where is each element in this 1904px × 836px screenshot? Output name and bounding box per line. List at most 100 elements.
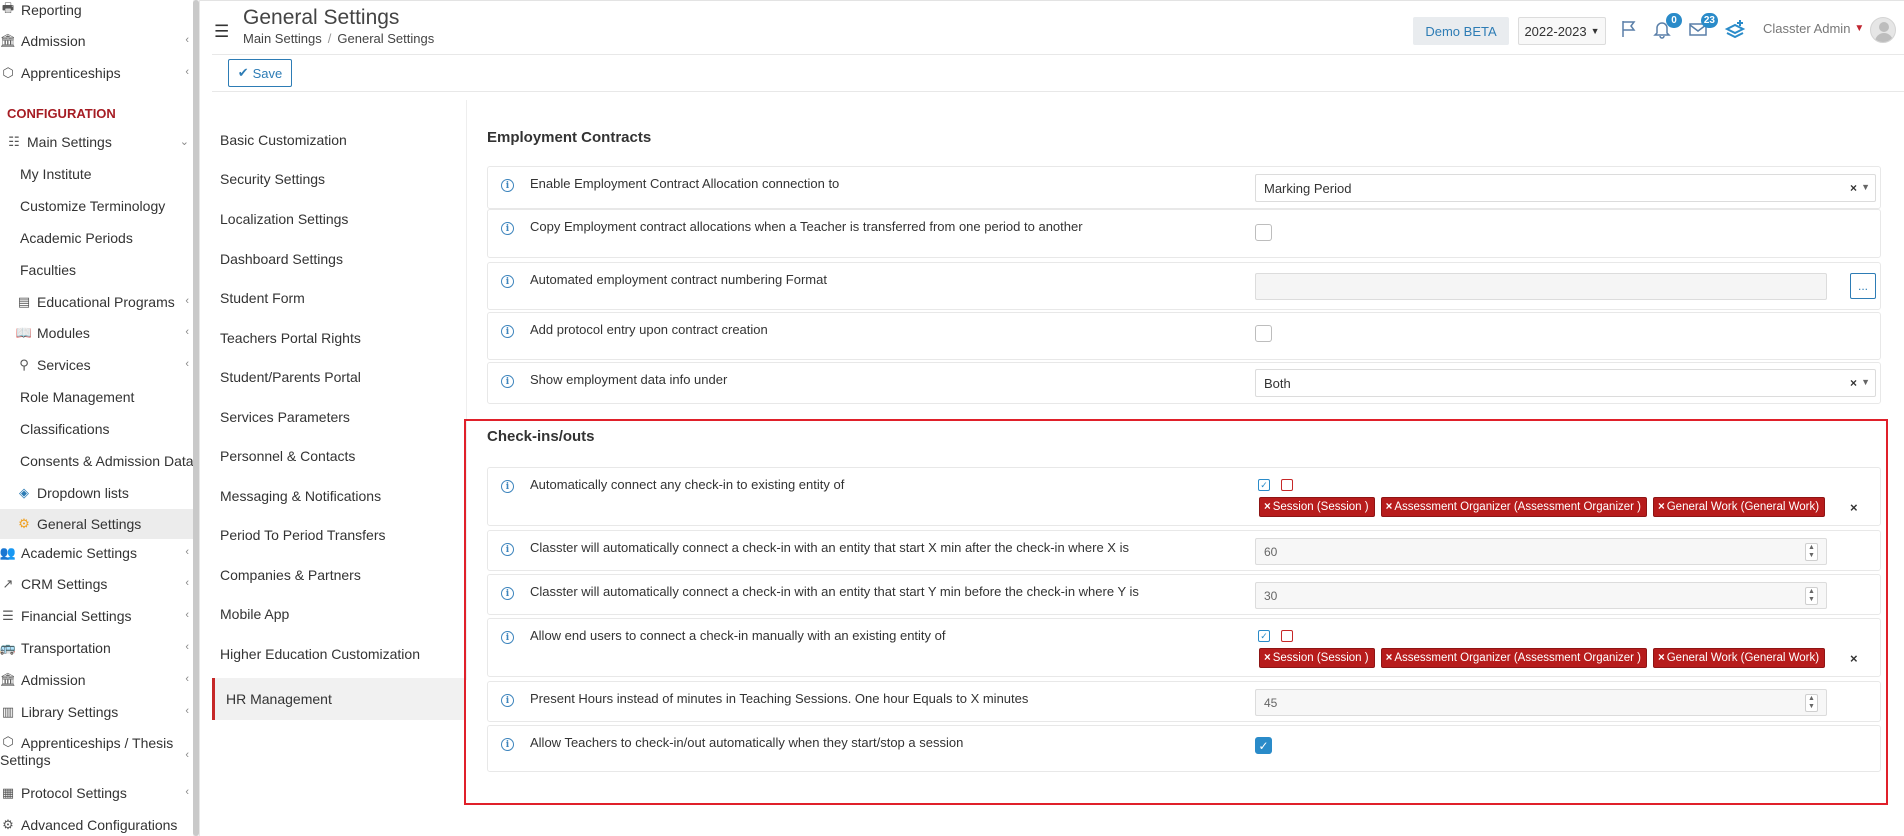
- remove-tag-icon[interactable]: ×: [1386, 501, 1393, 513]
- remove-tag-icon[interactable]: ×: [1658, 501, 1665, 513]
- sidebar-item-services[interactable]: ⚲ Services ‹: [0, 350, 193, 380]
- table-icon: ▤: [17, 294, 31, 309]
- settings-nav-services-parameters[interactable]: Services Parameters: [212, 397, 466, 436]
- flag-icon[interactable]: [1617, 17, 1641, 41]
- manual-connect-tags[interactable]: × Session (Session ) × Assessment Organize…: [1259, 648, 1826, 670]
- clear-icon[interactable]: ×: [1850, 181, 1857, 195]
- select-all-icon[interactable]: ✓: [1258, 479, 1270, 491]
- minutes-per-hour-input[interactable]: 45 ▲ ▼: [1255, 689, 1827, 716]
- sidebar-item-advanced-configurations[interactable]: ⚙ Advanced Configurations: [0, 810, 193, 836]
- bell-icon[interactable]: 0: [1650, 13, 1682, 41]
- spinner-icon[interactable]: ▲ ▼: [1805, 694, 1818, 712]
- sidebar-item-dropdown-lists[interactable]: ◈ Dropdown lists: [0, 478, 193, 508]
- settings-nav-localization-settings[interactable]: Localization Settings: [212, 199, 466, 238]
- sidebar-item-transportation[interactable]: 🚌 Transportation ‹: [0, 633, 193, 663]
- copy-allocations-checkbox[interactable]: [1255, 224, 1272, 241]
- tag-session[interactable]: × Session (Session ): [1259, 648, 1375, 668]
- hamburger-menu-icon[interactable]: ☰: [214, 22, 229, 42]
- year-selector[interactable]: 2022-2023 ▼: [1518, 17, 1606, 45]
- settings-nav-student-parents-portal[interactable]: Student/Parents Portal: [212, 357, 466, 396]
- save-button[interactable]: ✔ Save: [228, 59, 292, 87]
- sidebar-item-classifications[interactable]: Classifications: [0, 414, 193, 444]
- settings-nav-period-transfers[interactable]: Period To Period Transfers: [212, 515, 466, 554]
- sidebar-item-faculties[interactable]: Faculties: [0, 255, 193, 285]
- sidebar-item-customize-terminology[interactable]: Customize Terminology: [0, 191, 193, 221]
- tag-assessment-organizer[interactable]: × Assessment Organizer (Assessment Organi…: [1380, 648, 1648, 668]
- tag-general-work[interactable]: × General Work (General Work): [1653, 648, 1826, 668]
- contract-allocation-select[interactable]: Marking Period × ▼: [1255, 174, 1876, 202]
- sidebar-item-financial-settings[interactable]: ☰ Financial Settings ‹: [0, 601, 193, 631]
- layers-plus-icon[interactable]: [1723, 17, 1747, 41]
- info-icon[interactable]: i: [501, 738, 514, 751]
- sidebar-item-modules[interactable]: 📖 Modules ‹: [0, 318, 193, 348]
- y-min-before-input[interactable]: 30 ▲ ▼: [1255, 582, 1827, 609]
- clear-icon[interactable]: ×: [1850, 376, 1857, 390]
- tag-assessment-organizer[interactable]: × Assessment Organizer (Assessment Organi…: [1380, 497, 1648, 517]
- demo-beta-button[interactable]: Demo BETA: [1413, 17, 1509, 45]
- avatar[interactable]: [1870, 17, 1896, 43]
- info-icon[interactable]: i: [501, 222, 514, 235]
- x-min-after-input[interactable]: 60 ▲ ▼: [1255, 538, 1827, 565]
- deselect-all-icon[interactable]: [1281, 479, 1293, 491]
- sidebar-item-apprenticeships-thesis[interactable]: ⬡ Apprenticeships / Thesis Settings ‹: [0, 729, 193, 775]
- sidebar-scrollbar-thumb[interactable]: [193, 0, 199, 836]
- spinner-icon[interactable]: ▲ ▼: [1805, 587, 1818, 605]
- info-icon[interactable]: i: [501, 179, 514, 192]
- sidebar-item-academic-settings[interactable]: 👥 Academic Settings ‹: [0, 538, 193, 568]
- settings-nav-higher-education[interactable]: Higher Education Customization: [212, 634, 466, 673]
- sidebar-item-educational-programs[interactable]: ▤ Educational Programs ‹: [0, 287, 193, 317]
- sidebar-item-consents[interactable]: Consents & Admission Data: [0, 446, 194, 476]
- info-icon[interactable]: i: [501, 631, 514, 644]
- sidebar-item-reporting[interactable]: 🖶 Reporting: [0, 0, 193, 25]
- settings-nav-dashboard-settings[interactable]: Dashboard Settings: [212, 239, 466, 278]
- info-icon[interactable]: i: [501, 325, 514, 338]
- info-icon[interactable]: i: [501, 480, 514, 493]
- sidebar-item-crm-settings[interactable]: ↗ CRM Settings ‹: [0, 569, 193, 599]
- sidebar-item-role-management[interactable]: Role Management: [0, 382, 193, 412]
- clear-all-icon[interactable]: ×: [1850, 651, 1858, 666]
- info-icon[interactable]: i: [501, 694, 514, 707]
- remove-tag-icon[interactable]: ×: [1658, 652, 1665, 664]
- breadcrumb-item-main-settings[interactable]: Main Settings: [243, 31, 322, 46]
- numbering-format-input[interactable]: [1255, 273, 1827, 300]
- sidebar-item-apprenticeships[interactable]: ⬡ Apprenticeships ‹: [0, 58, 193, 88]
- info-icon[interactable]: i: [501, 543, 514, 556]
- tag-session[interactable]: × Session (Session ): [1259, 497, 1375, 517]
- sidebar-item-admission-2[interactable]: 🏛 Admission ‹: [0, 665, 193, 695]
- settings-nav-security-settings[interactable]: Security Settings: [212, 159, 466, 198]
- clear-all-icon[interactable]: ×: [1850, 500, 1858, 515]
- select-all-icon[interactable]: ✓: [1258, 630, 1270, 642]
- deselect-all-icon[interactable]: [1281, 630, 1293, 642]
- auto-connect-tags[interactable]: × Session (Session ) × Assessment Organize…: [1259, 497, 1826, 519]
- remove-tag-icon[interactable]: ×: [1264, 501, 1271, 513]
- envelope-icon[interactable]: 23: [1686, 13, 1718, 41]
- info-icon[interactable]: i: [501, 275, 514, 288]
- sidebar-item-library-settings[interactable]: ▥ Library Settings ‹: [0, 697, 193, 727]
- sidebar-item-my-institute[interactable]: My Institute: [0, 159, 193, 189]
- auto-checkin-checkbox[interactable]: ✓: [1255, 737, 1272, 754]
- protocol-entry-checkbox[interactable]: [1255, 325, 1272, 342]
- settings-nav-personnel-contacts[interactable]: Personnel & Contacts: [212, 436, 466, 475]
- settings-nav-companies-partners[interactable]: Companies & Partners: [212, 555, 466, 594]
- settings-nav-basic-customization[interactable]: Basic Customization: [212, 120, 466, 159]
- sidebar-item-general-settings[interactable]: ⚙ General Settings: [0, 509, 193, 539]
- info-icon[interactable]: i: [501, 375, 514, 388]
- settings-nav-mobile-app[interactable]: Mobile App: [212, 594, 466, 633]
- user-menu[interactable]: Classter Admin ▼: [1763, 21, 1864, 36]
- settings-nav-student-form[interactable]: Student Form: [212, 278, 466, 317]
- settings-nav-hr-management[interactable]: HR Management: [212, 678, 466, 720]
- remove-tag-icon[interactable]: ×: [1264, 652, 1271, 664]
- sidebar-item-main-settings[interactable]: ☷ Main Settings ⌄: [0, 127, 193, 157]
- employment-data-select[interactable]: Both × ▼: [1255, 369, 1876, 397]
- tag-general-work[interactable]: × General Work (General Work): [1653, 497, 1826, 517]
- numbering-format-button[interactable]: ...: [1850, 273, 1876, 299]
- sidebar-item-academic-periods[interactable]: Academic Periods: [0, 223, 193, 253]
- sidebar-item-protocol-settings[interactable]: ▦ Protocol Settings ‹: [0, 778, 193, 808]
- sidebar-scrollbar[interactable]: [193, 0, 199, 836]
- settings-nav-messaging-notifications[interactable]: Messaging & Notifications: [212, 476, 466, 515]
- spinner-icon[interactable]: ▲ ▼: [1805, 543, 1818, 561]
- remove-tag-icon[interactable]: ×: [1386, 652, 1393, 664]
- info-icon[interactable]: i: [501, 587, 514, 600]
- sidebar-item-admission[interactable]: 🏛 Admission ‹: [0, 26, 193, 56]
- settings-nav-teachers-portal-rights[interactable]: Teachers Portal Rights: [212, 318, 466, 357]
